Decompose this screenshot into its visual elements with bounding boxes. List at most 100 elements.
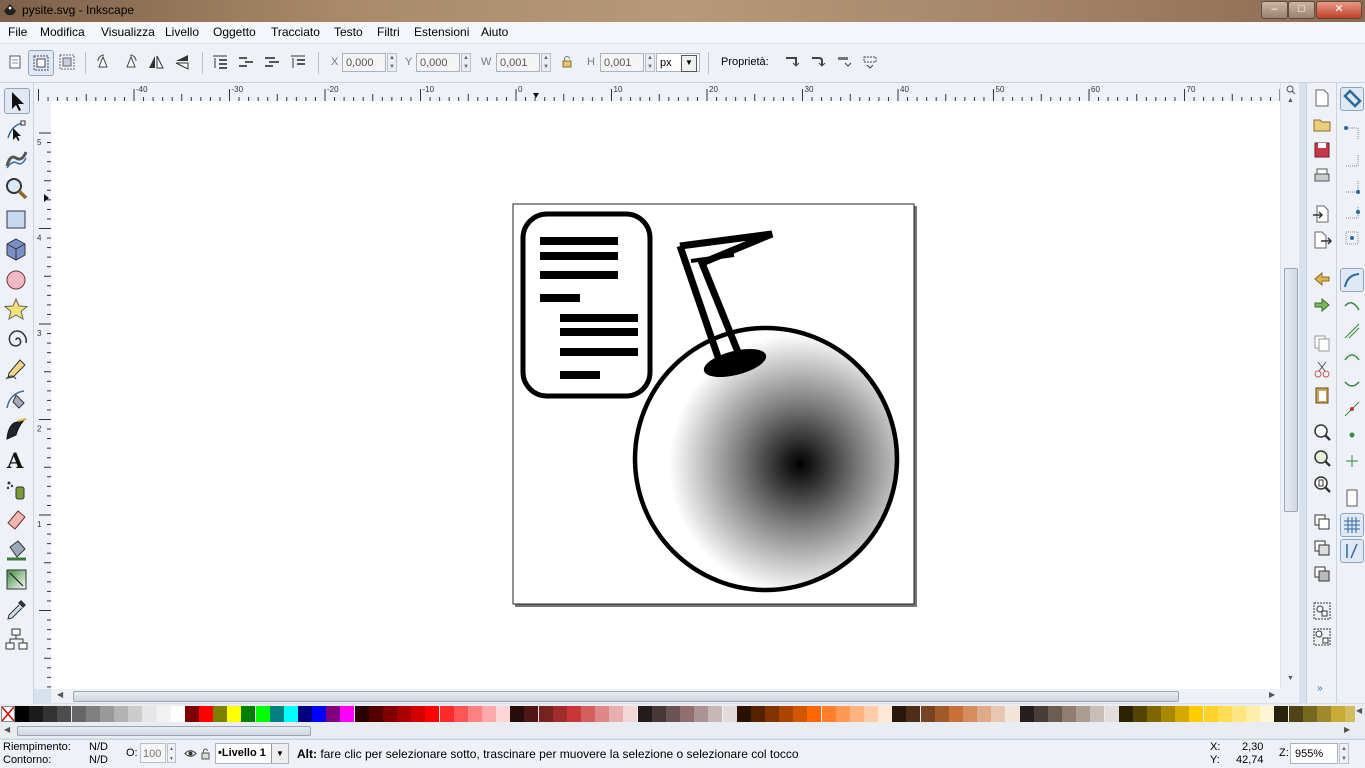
zoom-spinner[interactable]: ▲ ▼	[1339, 743, 1349, 764]
close-button[interactable]: ✕	[1316, 1, 1362, 19]
color-swatch[interactable]	[397, 706, 412, 722]
snap-page-border-icon[interactable]	[1341, 487, 1363, 509]
color-swatch[interactable]	[651, 706, 666, 722]
menu-object[interactable]: Oggetto	[213, 25, 256, 39]
clone-icon[interactable]	[1311, 537, 1333, 559]
tool-star[interactable]	[3, 297, 29, 322]
color-swatch[interactable]	[142, 706, 157, 722]
unlink-clone-icon[interactable]	[1311, 563, 1333, 585]
snap-bbox-corners-icon[interactable]	[1341, 175, 1363, 197]
color-swatch[interactable]	[1118, 706, 1133, 722]
tool-text[interactable]: A	[4, 447, 29, 473]
menu-path[interactable]: Tracciato	[271, 25, 320, 39]
color-swatch[interactable]	[312, 706, 327, 722]
raise-icon[interactable]	[237, 53, 255, 71]
tool-calligraphy[interactable]	[4, 417, 29, 442]
color-swatch[interactable]	[326, 706, 341, 722]
scroll-left-arrow-icon[interactable]: ◀	[57, 690, 63, 699]
color-swatch[interactable]	[977, 706, 992, 722]
menu-file[interactable]: File	[8, 25, 27, 39]
color-swatch[interactable]	[694, 706, 709, 722]
scroll-down-arrow-icon[interactable]: ▼	[1287, 675, 1294, 682]
scale-stroke-icon[interactable]	[783, 53, 801, 71]
lower-to-bottom-icon[interactable]	[289, 53, 307, 71]
color-swatch[interactable]	[1076, 706, 1091, 722]
x-spinner[interactable]: ▲ ▼	[387, 53, 397, 72]
zoom-fit-icon[interactable]	[1286, 85, 1296, 95]
print-icon[interactable]	[1311, 165, 1333, 187]
h-spinner[interactable]: ▲ ▼	[645, 53, 655, 72]
color-swatch[interactable]	[1231, 706, 1246, 722]
layer-select[interactable]: •Livello 1 ▼	[215, 743, 289, 764]
scroll-up-arrow-icon[interactable]: ▲	[1287, 97, 1294, 104]
color-swatch[interactable]	[340, 706, 355, 722]
y-field[interactable]: 0,000	[416, 53, 460, 72]
snap-cusp-nodes-icon[interactable]	[1341, 346, 1363, 368]
layer-lock-icon[interactable]	[200, 747, 211, 760]
maximize-button[interactable]: □	[1288, 1, 1315, 19]
color-swatch[interactable]	[1132, 706, 1147, 722]
color-swatch[interactable]	[920, 706, 935, 722]
rotate-cw-icon[interactable]	[121, 53, 139, 71]
color-swatch[interactable]	[948, 706, 963, 722]
lower-icon[interactable]	[263, 53, 281, 71]
select-all-layers-button[interactable]	[28, 50, 54, 76]
color-swatch[interactable]	[184, 706, 199, 722]
color-swatch[interactable]	[298, 706, 312, 722]
palette-menu-icon[interactable]: ◀	[1356, 706, 1362, 715]
snap-intersections-icon[interactable]	[1341, 320, 1363, 342]
color-swatch[interactable]	[1005, 706, 1020, 722]
snap-paths-icon[interactable]	[1341, 294, 1363, 316]
import-icon[interactable]	[1311, 203, 1333, 225]
color-swatch[interactable]	[198, 706, 213, 722]
scale-corners-icon[interactable]	[809, 53, 827, 71]
zoom-selection-icon[interactable]	[1311, 421, 1333, 443]
more-commands-icon[interactable]: »	[1317, 683, 1323, 694]
snap-smooth-nodes-icon[interactable]	[1341, 372, 1363, 394]
color-swatch[interactable]	[213, 706, 228, 722]
color-swatch[interactable]	[411, 706, 426, 722]
tool-tweak[interactable]	[4, 146, 29, 171]
tool-node[interactable]	[4, 118, 29, 143]
group-icon[interactable]	[1311, 600, 1333, 622]
vertical-ruler[interactable]: 5 4 3 2 1	[34, 101, 52, 689]
duplicate-icon[interactable]	[1311, 511, 1333, 533]
tool-zoom[interactable]	[4, 176, 29, 201]
color-swatch[interactable]	[29, 706, 44, 722]
paste-icon[interactable]	[1311, 384, 1333, 406]
menu-help[interactable]: Aiuto	[481, 25, 508, 39]
color-swatch[interactable]	[807, 706, 822, 722]
color-swatch[interactable]	[1047, 706, 1062, 722]
color-swatch[interactable]	[57, 706, 72, 722]
vertical-scroll-thumb[interactable]	[1284, 268, 1298, 512]
color-swatch[interactable]	[566, 706, 581, 722]
color-swatch[interactable]	[1019, 706, 1034, 722]
opacity-field[interactable]: 100	[140, 743, 166, 763]
color-swatch[interactable]	[963, 706, 978, 722]
color-swatch[interactable]	[1288, 706, 1303, 722]
color-swatch[interactable]	[991, 706, 1006, 722]
tool-pencil[interactable]	[4, 357, 29, 382]
color-swatch[interactable]	[1090, 706, 1105, 722]
h-field[interactable]: 0,001	[600, 53, 644, 72]
color-swatch[interactable]	[722, 706, 737, 722]
save-icon[interactable]	[1311, 139, 1333, 161]
snap-bbox-center-icon[interactable]	[1341, 227, 1363, 249]
zoom-field[interactable]: 955%	[1290, 743, 1338, 764]
no-paint-swatch[interactable]	[1, 706, 15, 722]
color-swatch[interactable]	[425, 706, 440, 722]
color-swatch[interactable]	[114, 706, 129, 722]
tool-ellipse[interactable]	[4, 267, 29, 292]
tool-spiral[interactable]	[4, 327, 29, 352]
w-field[interactable]: 0,001	[496, 53, 540, 72]
color-swatch[interactable]	[581, 706, 595, 722]
color-swatch[interactable]	[934, 706, 949, 722]
scroll-right-arrow-icon[interactable]: ▶	[1269, 690, 1275, 699]
x-field[interactable]: 0,000	[342, 53, 386, 72]
color-swatch[interactable]	[467, 706, 482, 722]
color-swatch[interactable]	[382, 706, 397, 722]
palette-scrollbar[interactable]: ◀ ▶	[0, 724, 1365, 738]
color-swatch[interactable]	[764, 706, 779, 722]
color-swatch[interactable]	[1147, 706, 1161, 722]
color-swatch[interactable]	[708, 706, 723, 722]
